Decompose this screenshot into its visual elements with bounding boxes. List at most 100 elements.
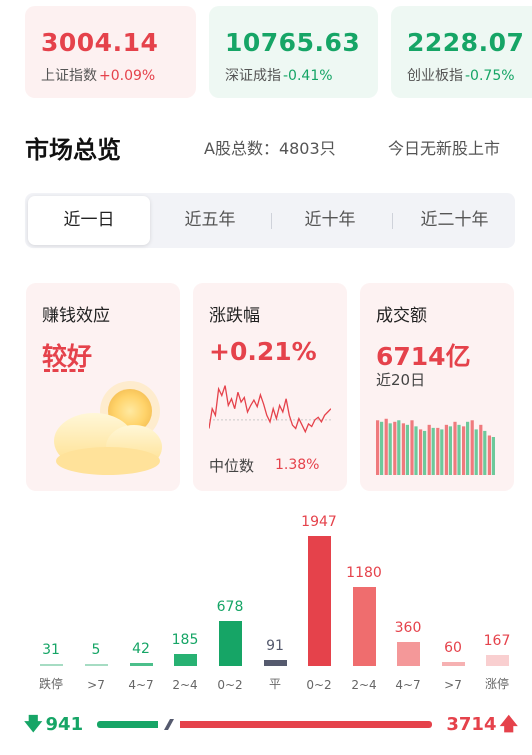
turnover-bar-red [410,420,414,475]
distribution-value: 1180 [346,565,382,582]
turnover-bar-green [448,426,452,475]
tab-10year[interactable]: 近十年 [275,196,385,245]
index-name: 创业板指 [407,68,463,84]
change-sparkline [209,385,331,434]
turnover-bar-green [491,437,495,475]
distribution-bar [485,654,509,666]
turnover-bar-red [419,429,423,475]
index-change: -0.75% [465,68,515,84]
tab-divider [271,213,272,229]
index-name: 上证指数 [41,68,97,84]
index-name: 深证成指 [225,68,281,84]
median-label: 中位数 [209,457,255,475]
distribution-value: 31 [42,641,60,658]
index-change: -0.41% [283,68,333,84]
turnover-bar-green [483,430,487,475]
index-subline: 创业板指 -0.75% [407,65,532,85]
turnover-bar-red [401,423,405,475]
tab-5year[interactable]: 近五年 [155,196,265,245]
turnover-period: 近20日 [376,371,426,389]
ratio-bar-divider [164,719,174,730]
distribution-category: 0~2 [306,678,332,692]
turnover-bar-red [384,418,388,475]
turnover-bar-green [388,423,392,475]
index-cards: 3004.14 上证指数 +0.09% 10765.63 深证成指 -0.41% 2… [0,0,532,100]
distribution-category: 平 [268,677,281,691]
index-card-sz[interactable]: 10765.63 深证成指 -0.41% [209,6,378,98]
money-effect-label: 赚钱效应 [42,306,110,326]
down-total: 🡇 941 [24,712,83,742]
market-overview-title: 市场总览 [25,136,121,164]
turnover-bar-green [414,426,418,475]
stock-count: A股总数：4803只 [204,139,336,158]
distribution-category: >7 [87,678,105,692]
distribution-value: 91 [266,637,284,654]
index-card-sh[interactable]: 3004.14 上证指数 +0.09% [25,6,196,98]
totals-row: 🡇 941 3714 🡅 [0,705,532,745]
median-value: 1.38% [275,457,320,473]
turnover-bar-red [479,424,483,475]
turnover-bar-red [444,424,448,475]
up-ratio-bar [180,721,432,728]
turnover-bar-red [487,435,491,475]
up-total: 3714 🡅 [446,712,518,742]
distribution-value: 60 [444,640,462,656]
distribution-category: 0~2 [217,678,243,692]
index-change: +0.09% [99,68,156,84]
distribution-category: 4~7 [395,678,421,692]
turnover-bar-green [431,427,435,475]
down-ratio-bar [97,721,158,728]
distribution-category: 2~4 [351,678,377,692]
turnover-bar-green [474,429,478,475]
distribution-value: 185 [171,631,199,648]
money-effect-card[interactable]: 赚钱效应 较好 [26,283,180,491]
index-value: 10765.63 [225,28,361,57]
distribution-bar [263,659,287,666]
distribution-bar [396,641,420,666]
turnover-bar-green [397,420,401,475]
sun-cloud-icon [54,381,162,475]
turnover-bar-red [470,420,474,475]
turnover-card[interactable]: 成交额 6714亿 近20日 [360,283,514,491]
period-tabs: 近一日 近五年 近十年 近二十年 [25,193,515,248]
turnover-bar-green [405,424,409,475]
tab-20year[interactable]: 近二十年 [397,196,512,245]
distribution-bar [129,663,153,666]
distribution-value: 1947 [301,514,337,530]
index-value: 2228.07 [407,28,525,57]
distribution-value: 360 [394,619,422,636]
change-value: +0.21% [209,337,317,366]
turnover-bars [376,418,495,475]
distribution-bar [307,536,331,666]
turnover-bar-green [440,429,444,475]
distribution-value: 42 [132,641,150,658]
distribution-category: 涨停 [484,677,509,691]
index-card-cy[interactable]: 2228.07 创业板指 -0.75% [391,6,532,98]
change-distribution-chart: 31 跌停 5 >7 42 4~7 185 2~4 678 0~2 91 平 1947 0~2 1180 2~… [0,500,532,700]
turnover-bar-green [466,421,470,475]
distribution-bar [84,664,108,666]
down-count: 941 [45,714,84,735]
index-subline: 深证成指 -0.41% [225,65,378,85]
distribution-bar [352,587,376,666]
turnover-bar-green [380,421,384,475]
money-effect-value: 较好 [42,342,93,371]
turnover-label: 成交额 [376,306,427,326]
distribution-category: 2~4 [172,678,198,692]
turnover-bar-red [393,421,397,475]
turnover-bar-red [427,424,431,475]
distribution-category: 4~7 [128,678,154,692]
turnover-bar-red [453,421,457,475]
change-label: 涨跌幅 [209,306,260,326]
tab-1day[interactable]: 近一日 [28,196,150,245]
distribution-bar [441,662,465,666]
distribution-category: >7 [444,678,462,692]
distribution-bar [173,653,197,666]
sparkline-path [209,385,331,434]
distribution-bar [39,663,63,666]
turnover-value: 6714亿 [376,342,471,371]
turnover-bar-red [436,427,440,475]
change-card[interactable]: 涨跌幅 +0.21% 中位数 1.38% [193,283,347,491]
turnover-bar-red [462,426,466,475]
ipo-note: 今日无新股上市 [388,139,501,158]
